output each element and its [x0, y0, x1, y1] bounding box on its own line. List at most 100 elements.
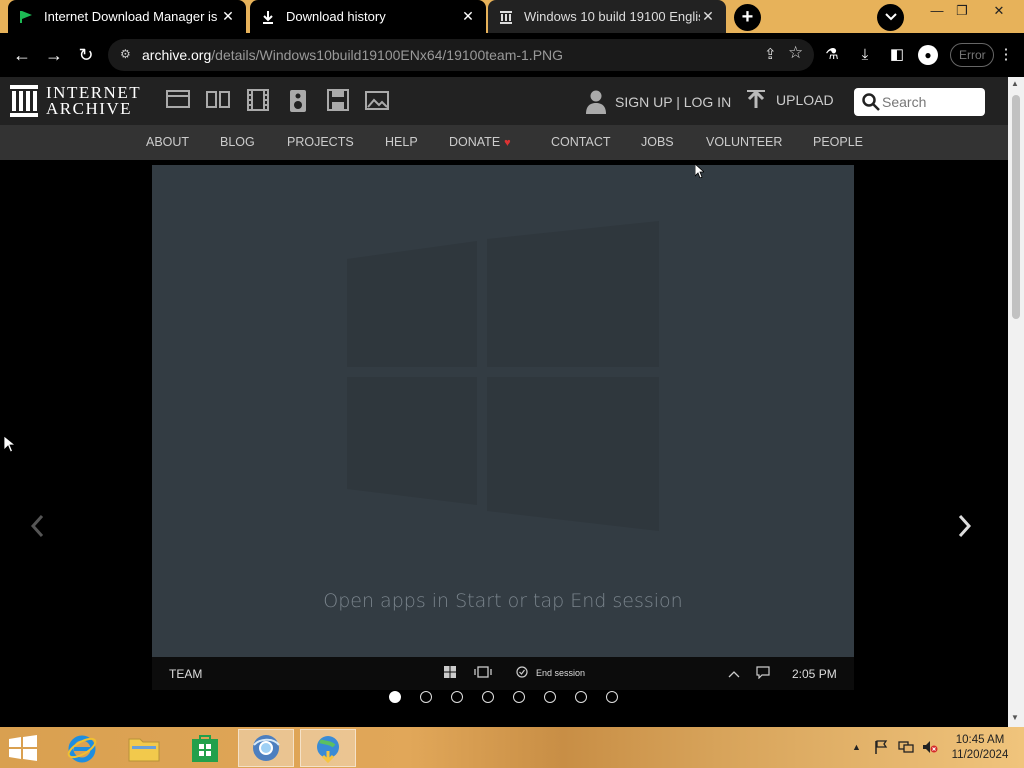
clock-date: 11/20/2024 [951, 749, 1009, 761]
share-icon[interactable]: ⇪ [764, 45, 777, 63]
forward-button[interactable]: → [42, 43, 66, 67]
taskbar-file-explorer[interactable] [116, 729, 172, 767]
sign-up-login-link[interactable]: SIGN UP | LOG IN [586, 90, 731, 114]
carousel-dot[interactable] [513, 691, 525, 703]
web-icon[interactable] [164, 89, 192, 115]
tab-idm[interactable]: Internet Download Manager is a ✕ [8, 0, 246, 33]
software-floppy-icon[interactable] [324, 89, 352, 115]
error-button[interactable]: Error [950, 43, 994, 67]
check-circle-icon [516, 666, 528, 681]
image-viewer: Open apps in Start or tap End session TE… [0, 160, 1008, 727]
network-icon[interactable] [898, 740, 914, 757]
scroll-up-arrow-icon[interactable]: ▲ [1011, 79, 1019, 88]
nav-about[interactable]: ABOUT [146, 135, 189, 149]
back-button[interactable]: ← [10, 43, 34, 67]
new-tab-button[interactable]: + [734, 4, 761, 31]
carousel-dot[interactable] [606, 691, 618, 703]
logo-line2: ARCHIVE [46, 99, 133, 118]
browser-globe-icon [253, 735, 280, 761]
tab-title: Windows 10 build 19100 English [524, 9, 700, 24]
person-icon [586, 90, 606, 114]
nav-jobs[interactable]: JOBS [641, 135, 674, 149]
site-info-icon[interactable]: ⚙ [120, 47, 134, 61]
carousel-dot[interactable] [544, 691, 556, 703]
clock-time: 10:45 AM [955, 734, 1005, 746]
address-bar[interactable]: ⚙ archive.org/details/Windows10build1910… [108, 39, 814, 71]
notification-icon [756, 666, 770, 682]
nav-projects[interactable]: PROJECTS [287, 135, 354, 149]
close-window-button[interactable]: ✕ [984, 0, 1014, 22]
upload-link[interactable]: UPLOAD [747, 90, 834, 110]
green-flag-icon [18, 9, 34, 25]
carousel-dot[interactable] [575, 691, 587, 703]
images-icon[interactable] [364, 89, 392, 115]
windows-taskbar: ▲ 10:45 AM 11/20/2024 [0, 727, 1024, 768]
previous-image-button[interactable] [30, 512, 44, 546]
nav-contact[interactable]: CONTACT [551, 135, 611, 149]
bookmark-star-icon[interactable]: ☆ [788, 43, 803, 63]
page-scrollbar[interactable]: ▲ ▼ [1008, 77, 1024, 727]
carousel-dots [389, 691, 618, 703]
windows-logo-icon [347, 221, 659, 531]
show-hidden-icons-icon[interactable]: ▲ [852, 742, 861, 752]
nav-volunteer[interactable]: VOLUNTEER [706, 135, 782, 149]
url-text: archive.org/details/Windows10build19100E… [142, 47, 564, 63]
video-film-icon[interactable] [244, 89, 272, 115]
heart-icon: ♥ [504, 137, 511, 149]
browser-toolbar: ← → ↻ ⚙ archive.org/details/Windows10bui… [0, 33, 1024, 77]
tab-strip: Internet Download Manager is a ✕ Downloa… [0, 0, 1024, 33]
task-view-icon [474, 666, 492, 681]
carousel-dot[interactable] [420, 691, 432, 703]
action-center-flag-icon[interactable] [874, 740, 888, 757]
ia-logo[interactable]: INTERNET ARCHIVE [10, 84, 141, 118]
audio-speaker-icon[interactable] [284, 89, 312, 115]
tab-search-button[interactable] [877, 4, 904, 31]
ia-search-box [854, 88, 985, 116]
restore-button[interactable]: ❐ [947, 0, 977, 22]
close-icon[interactable]: ✕ [460, 8, 476, 25]
nav-help[interactable]: HELP [385, 135, 418, 149]
labs-flask-icon[interactable]: ⚗ [822, 45, 842, 65]
tab-title: Internet Download Manager is a [44, 9, 220, 24]
reload-button[interactable]: ↻ [74, 43, 98, 67]
downloads-icon[interactable]: ⤓ [855, 45, 875, 65]
taskbar-idm[interactable] [300, 729, 356, 767]
profile-avatar-icon[interactable]: ● [918, 45, 938, 65]
carousel-dot[interactable] [389, 691, 401, 703]
scroll-down-arrow-icon[interactable]: ▼ [1011, 713, 1019, 722]
media-type-icons [164, 89, 392, 115]
close-icon[interactable]: ✕ [220, 8, 236, 25]
folder-icon [128, 738, 160, 762]
tab-archive-active[interactable]: Windows 10 build 19100 English ✕ [488, 0, 726, 33]
tab-download-history[interactable]: Download history ✕ [250, 0, 486, 33]
close-icon[interactable]: ✕ [700, 8, 716, 25]
side-panel-icon[interactable]: ◧ [887, 45, 907, 65]
end-session-label: End session [536, 668, 586, 678]
next-image-button[interactable] [958, 512, 972, 546]
taskbar-store[interactable] [177, 729, 233, 767]
archive-temple-icon [498, 9, 514, 25]
texts-book-icon[interactable] [204, 89, 232, 115]
kebab-menu-icon[interactable]: ⋮ [996, 45, 1016, 65]
volume-muted-icon[interactable] [922, 740, 938, 757]
archive-temple-icon [10, 85, 38, 117]
scrollbar-thumb[interactable] [1012, 95, 1020, 319]
carousel-dot[interactable] [482, 691, 494, 703]
nav-blog[interactable]: BLOG [220, 135, 255, 149]
screen-message: Open apps in Start or tap End session [323, 590, 683, 612]
chevron-right-icon [958, 514, 972, 538]
carousel-dot[interactable] [451, 691, 463, 703]
search-input[interactable] [882, 92, 977, 112]
system-clock[interactable]: 10:45 AM 11/20/2024 [947, 733, 1013, 763]
taskbar-chrome[interactable] [238, 729, 294, 767]
ia-top-nav: ABOUT BLOG PROJECTS HELP DONATE ♥ CONTACT… [0, 125, 1008, 160]
screenshot-image[interactable]: Open apps in Start or tap End session TE… [152, 165, 854, 690]
web-page: INTERNET ARCHIVE SIGN UP | LOG IN UPLOAD… [0, 77, 1008, 727]
tab-title: Download history [286, 9, 386, 24]
windows-start-button[interactable] [9, 735, 37, 761]
taskbar-internet-explorer[interactable] [54, 729, 110, 767]
screen-taskbar: TEAM End session 2:05 PM [152, 657, 854, 690]
nav-people[interactable]: PEOPLE [813, 135, 863, 149]
nav-donate[interactable]: DONATE ♥ [449, 135, 511, 149]
chevron-down-icon [884, 13, 897, 21]
